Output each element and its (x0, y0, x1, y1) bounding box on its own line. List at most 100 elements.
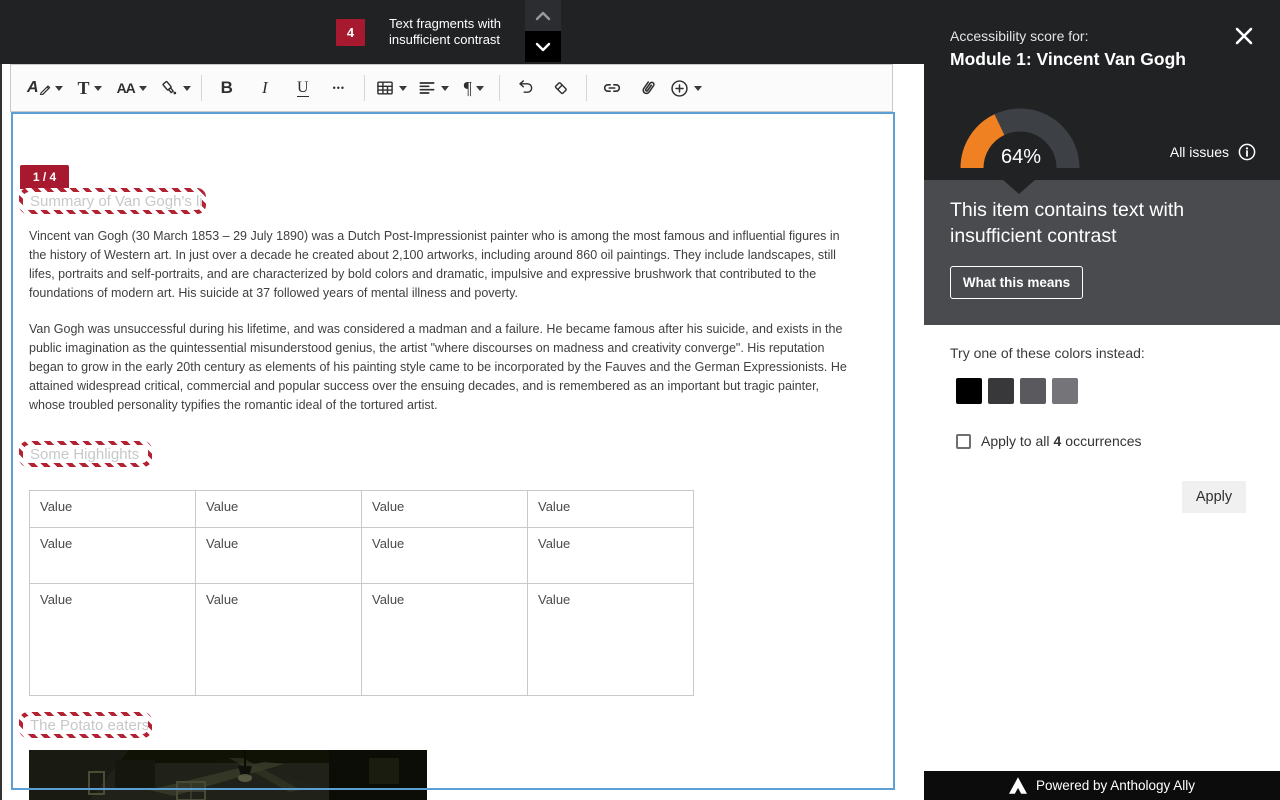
underline-icon: U (297, 79, 309, 97)
table-cell[interactable]: Value (30, 584, 196, 696)
table-cell[interactable]: Value (30, 491, 196, 528)
close-panel-button[interactable] (1231, 24, 1257, 50)
table-row: Value Value Value Value (30, 584, 694, 696)
chevron-down-icon (55, 86, 63, 91)
color-swatch-4[interactable] (1052, 378, 1078, 404)
flagged-heading-highlights[interactable]: Some Highlights (19, 441, 152, 467)
text-color-button[interactable]: A (27, 71, 63, 105)
text-color-icon: A (27, 79, 39, 97)
apply-all-checkbox[interactable] (956, 434, 971, 449)
italic-button[interactable]: I (250, 71, 280, 105)
panel-footer: Powered by Anthology Ally (924, 771, 1280, 800)
table-cell[interactable]: Value (30, 528, 196, 584)
painting-detail (29, 750, 427, 800)
toolbar-separator (586, 75, 587, 101)
ellipsis-icon: ••• (333, 83, 345, 93)
apply-button[interactable]: Apply (1182, 481, 1246, 513)
undo-button[interactable] (510, 71, 540, 105)
chevron-down-icon (183, 86, 191, 91)
content-table: Value Value Value Value Value Value Valu… (29, 490, 694, 696)
apply-all-label: Apply to all 4 occurrences (981, 433, 1142, 449)
previous-issue-button[interactable] (525, 0, 561, 31)
close-icon (1233, 25, 1255, 47)
color-swatch-2[interactable] (988, 378, 1014, 404)
powered-by-label: Powered by Anthology Ally (1036, 778, 1195, 793)
apply-all-prefix: Apply to all (981, 433, 1049, 449)
table-cell[interactable]: Value (528, 491, 694, 528)
chevron-down-icon (534, 41, 552, 53)
what-this-means-button[interactable]: What this means (950, 266, 1083, 299)
gauge-score-label: 64% (989, 146, 1053, 169)
text-style-button[interactable]: T (75, 71, 105, 105)
issue-navigation (525, 0, 561, 63)
bold-button[interactable]: B (212, 71, 242, 105)
more-formatting-button[interactable]: ••• (324, 71, 354, 105)
bold-icon: B (221, 78, 233, 98)
all-issues-label: All issues (1170, 144, 1229, 160)
chevron-down-icon (399, 86, 407, 91)
anthology-logo-icon (1009, 777, 1027, 794)
paperclip-icon (637, 77, 659, 99)
font-size-button[interactable]: AA (117, 71, 147, 105)
toolbar-separator (499, 75, 500, 101)
clear-formatting-button[interactable] (546, 71, 576, 105)
next-issue-button[interactable] (525, 31, 561, 62)
attach-file-button[interactable] (633, 71, 663, 105)
toolbar-separator (201, 75, 202, 101)
table-cell[interactable]: Value (362, 491, 528, 528)
eraser-icon (551, 78, 571, 98)
heading-text: Summary of Van Gogh's life (23, 192, 202, 210)
insert-link-button[interactable] (597, 71, 627, 105)
highlight-color-button[interactable] (159, 71, 191, 105)
color-swatches (956, 378, 1078, 404)
insert-content-button[interactable] (669, 71, 702, 105)
flagged-heading-summary[interactable]: Summary of Van Gogh's life (19, 188, 206, 214)
undo-icon (515, 78, 535, 98)
chevron-up-icon (534, 10, 552, 22)
score-eyebrow: Accessibility score for: (950, 28, 1088, 44)
color-swatch-3[interactable] (1020, 378, 1046, 404)
issue-position-badge: 1 / 4 (20, 165, 69, 189)
table-row: Value Value Value Value (30, 491, 694, 528)
plus-circle-icon (669, 78, 690, 99)
heading-text: Some Highlights (23, 445, 148, 463)
potato-eaters-image[interactable] (29, 750, 427, 800)
toolbar-separator (364, 75, 365, 101)
alignment-button[interactable] (417, 71, 449, 105)
issue-description-section: This item contains text with insufficien… (924, 180, 1280, 325)
table-cell[interactable]: Value (196, 528, 362, 584)
color-swatch-1[interactable] (956, 378, 982, 404)
table-icon (375, 78, 395, 98)
page-left-edge (0, 64, 2, 800)
fill-color-icon (159, 78, 179, 98)
heading-text: The Potato eaters (23, 716, 148, 734)
underline-button[interactable]: U (288, 71, 318, 105)
table-cell[interactable]: Value (196, 491, 362, 528)
chevron-down-icon (476, 86, 484, 91)
table-button[interactable] (375, 71, 407, 105)
issue-count-badge: 4 (336, 19, 365, 46)
ally-panel: Accessibility score for: Module 1: Vince… (924, 0, 1280, 800)
apply-all-row: Apply to all 4 occurrences (956, 433, 1142, 449)
module-title: Module 1: Vincent Van Gogh (950, 49, 1186, 70)
table-cell[interactable]: Value (528, 584, 694, 696)
table-cell[interactable]: Value (196, 584, 362, 696)
paragraph-format-button[interactable]: ¶ (459, 71, 489, 105)
suggestion-prompt: Try one of these colors instead: (950, 345, 1145, 361)
panel-header: Accessibility score for: Module 1: Vince… (924, 0, 1280, 180)
screen: 4 Text fragments with insufficient contr… (0, 0, 1280, 800)
text-style-icon: T (78, 78, 90, 99)
flagged-heading-potato-eaters[interactable]: The Potato eaters (19, 712, 152, 738)
table-cell[interactable]: Value (362, 584, 528, 696)
overlay-label: Text fragments with insufficient contras… (389, 16, 519, 48)
chevron-down-icon (139, 86, 147, 91)
apply-all-count: 4 (1053, 433, 1061, 449)
all-issues-info-button[interactable] (1238, 143, 1256, 161)
table-cell[interactable]: Value (362, 528, 528, 584)
link-icon (601, 77, 623, 99)
paragraph-van-gogh-legacy[interactable]: Van Gogh was unsuccessful during his lif… (29, 320, 853, 415)
table-cell[interactable]: Value (528, 528, 694, 584)
paragraph-van-gogh-life[interactable]: Vincent van Gogh (30 March 1853 – 29 Jul… (29, 227, 853, 303)
editor-toolbar: A T AA B I U ••• (10, 64, 893, 112)
apply-all-suffix: occurrences (1065, 433, 1141, 449)
